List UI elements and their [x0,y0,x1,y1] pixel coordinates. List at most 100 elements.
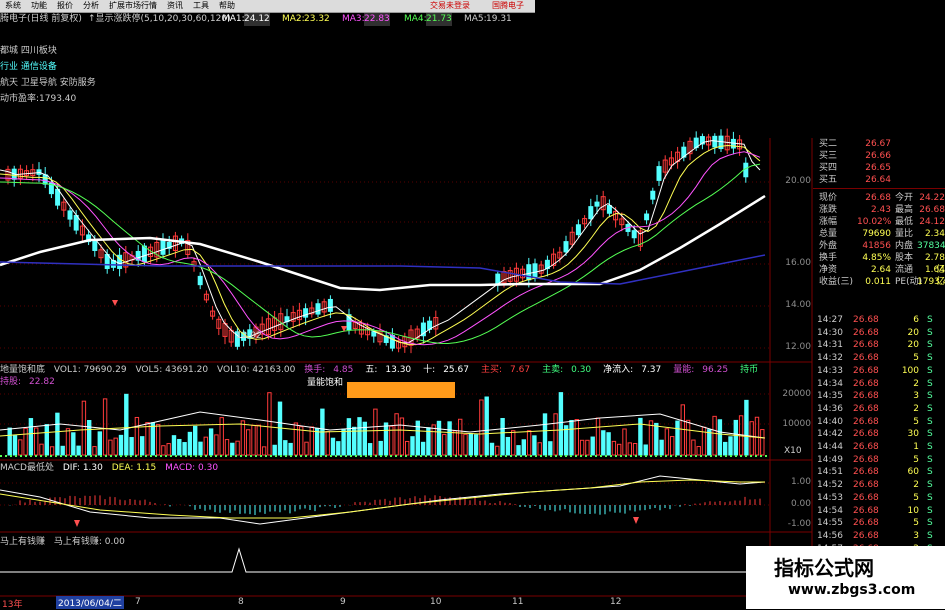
volume-bar [521,439,526,456]
tick-price: 26.68 [853,403,879,414]
volume-bar [97,431,102,456]
volume-bar [500,417,505,456]
volume-bar [182,442,187,456]
macd-name[interactable]: MACD最低处 [0,463,54,473]
candle-body [743,162,749,178]
stat-label: 流通 [895,265,914,275]
tick-volume: 60 [907,467,919,478]
stat-value: 26.68 [919,205,945,215]
bid-row: 买三 26.66 [813,150,945,162]
volume-extra-label: 主卖: [542,365,564,375]
candle-body [594,201,600,207]
volume-extra-value: 7.37 [641,365,662,375]
tick-row: 14:30 26.68 20 S [813,327,945,339]
tick-price: 26.68 [853,378,879,389]
volume-bar [341,428,346,456]
stat-label: 最高 [895,205,914,215]
tick-side: S [927,403,933,414]
volume-bar [664,428,670,456]
tick-volume: 2 [913,378,919,389]
tick-time: 14:49 [817,454,843,465]
volume-bar [219,417,224,456]
volume-bar [468,433,474,456]
tick-time: 14:36 [817,403,843,414]
bottom-indicator-name[interactable]: 马上有钱赚 [0,537,45,547]
tick-volume: 5 [913,518,919,529]
date-axis: 13年 2013/06/04/二 7 8 9 10 11 12 [0,596,760,610]
macd-lines [0,475,766,525]
volume-bar [203,436,209,456]
volume-bar [431,424,436,456]
candle-body [67,210,73,220]
tick-time: 14:27 [817,315,843,325]
volume-bar [71,432,76,456]
tick-side: S [927,518,933,529]
tick-volume: 2 [913,403,919,414]
volume-bar [367,443,373,456]
stat-label: 总量 [819,229,838,239]
stat-value: 4.85% [862,253,891,263]
tick-price: 26.68 [853,315,879,325]
candle-body [327,298,333,312]
volume-bar [712,415,717,456]
macd-header: MACD最低处 DIF: 1.30 DEA: 1.15 MACD: 0.30 [0,462,224,474]
watermark: 指标公式网 www.zbgs3.com [746,546,945,609]
stat-label: 今开 [895,193,914,203]
candle-body [42,174,48,185]
tick-side: S [927,327,933,338]
candle-body [588,206,594,220]
bottom-indicator-value: 马上有钱赚: 0.00 [53,537,125,547]
volume-indicator-name[interactable]: 地量饱和底 [0,365,45,375]
volume-bar [187,431,193,456]
volume-bar [166,443,171,456]
month-label: 9 [340,597,346,607]
tick-price: 26.68 [853,391,879,402]
tick-side: S [927,353,933,364]
tick-time: 14:55 [817,518,843,529]
tick-time: 14:35 [817,391,843,402]
volume-bar [288,442,293,456]
volume-bar [585,439,590,456]
volume-bar [463,433,468,456]
volume-bar [39,443,44,456]
quote-stat-row: 外盘 41856 内盘 37834 [813,240,945,252]
volume-bar [23,427,28,456]
tick-price: 26.68 [853,518,879,529]
volume-bar [632,443,638,456]
quote-divider [813,188,945,189]
vol1-value: VOL1: 79690.29 [53,365,127,375]
tick-side: S [927,429,933,440]
volume-bar [442,433,447,456]
quote-stat-row: 收益(三)0.011PE(动)1793.4 [813,276,945,288]
volume-bar [235,440,240,456]
tick-side: S [927,467,933,478]
volume-bar [129,437,134,456]
volume-extra-item: 五: 13.30 [365,365,417,375]
tick-price: 26.68 [853,340,879,351]
tick-price: 26.68 [853,327,879,338]
candle-body [532,263,538,279]
tick-row: 14:34 26.68 2 S [813,378,945,390]
candle-body [197,275,203,286]
tick-volume: 3 [913,530,919,541]
tick-time: 14:30 [817,327,843,338]
volume-extra-label: 持股: [0,377,22,387]
volume-bar [579,439,585,456]
volume-bar [707,429,712,456]
low-price-label: 12.02 [236,331,262,341]
tick-row: 14:36 26.68 2 S [813,403,945,415]
bid-price: 26.66 [865,151,891,161]
volume-extra-item: 持股: 22.82 [0,377,61,387]
volume-bar [177,438,182,456]
macd-dif: DIF: 1.30 [62,463,103,473]
volume-bar [542,413,548,456]
tick-time: 14:31 [817,340,843,351]
volume-bar [214,434,219,456]
volume-bar [569,419,574,456]
volume-extra-item: 净流入: 7.37 [603,365,667,375]
bid-row: 买二 26.67 [813,138,945,150]
volume-bar [336,441,341,456]
candle-body [631,230,637,239]
tick-row: 14:32 26.68 5 S [813,352,945,364]
stat-value: 37834 [917,241,945,251]
